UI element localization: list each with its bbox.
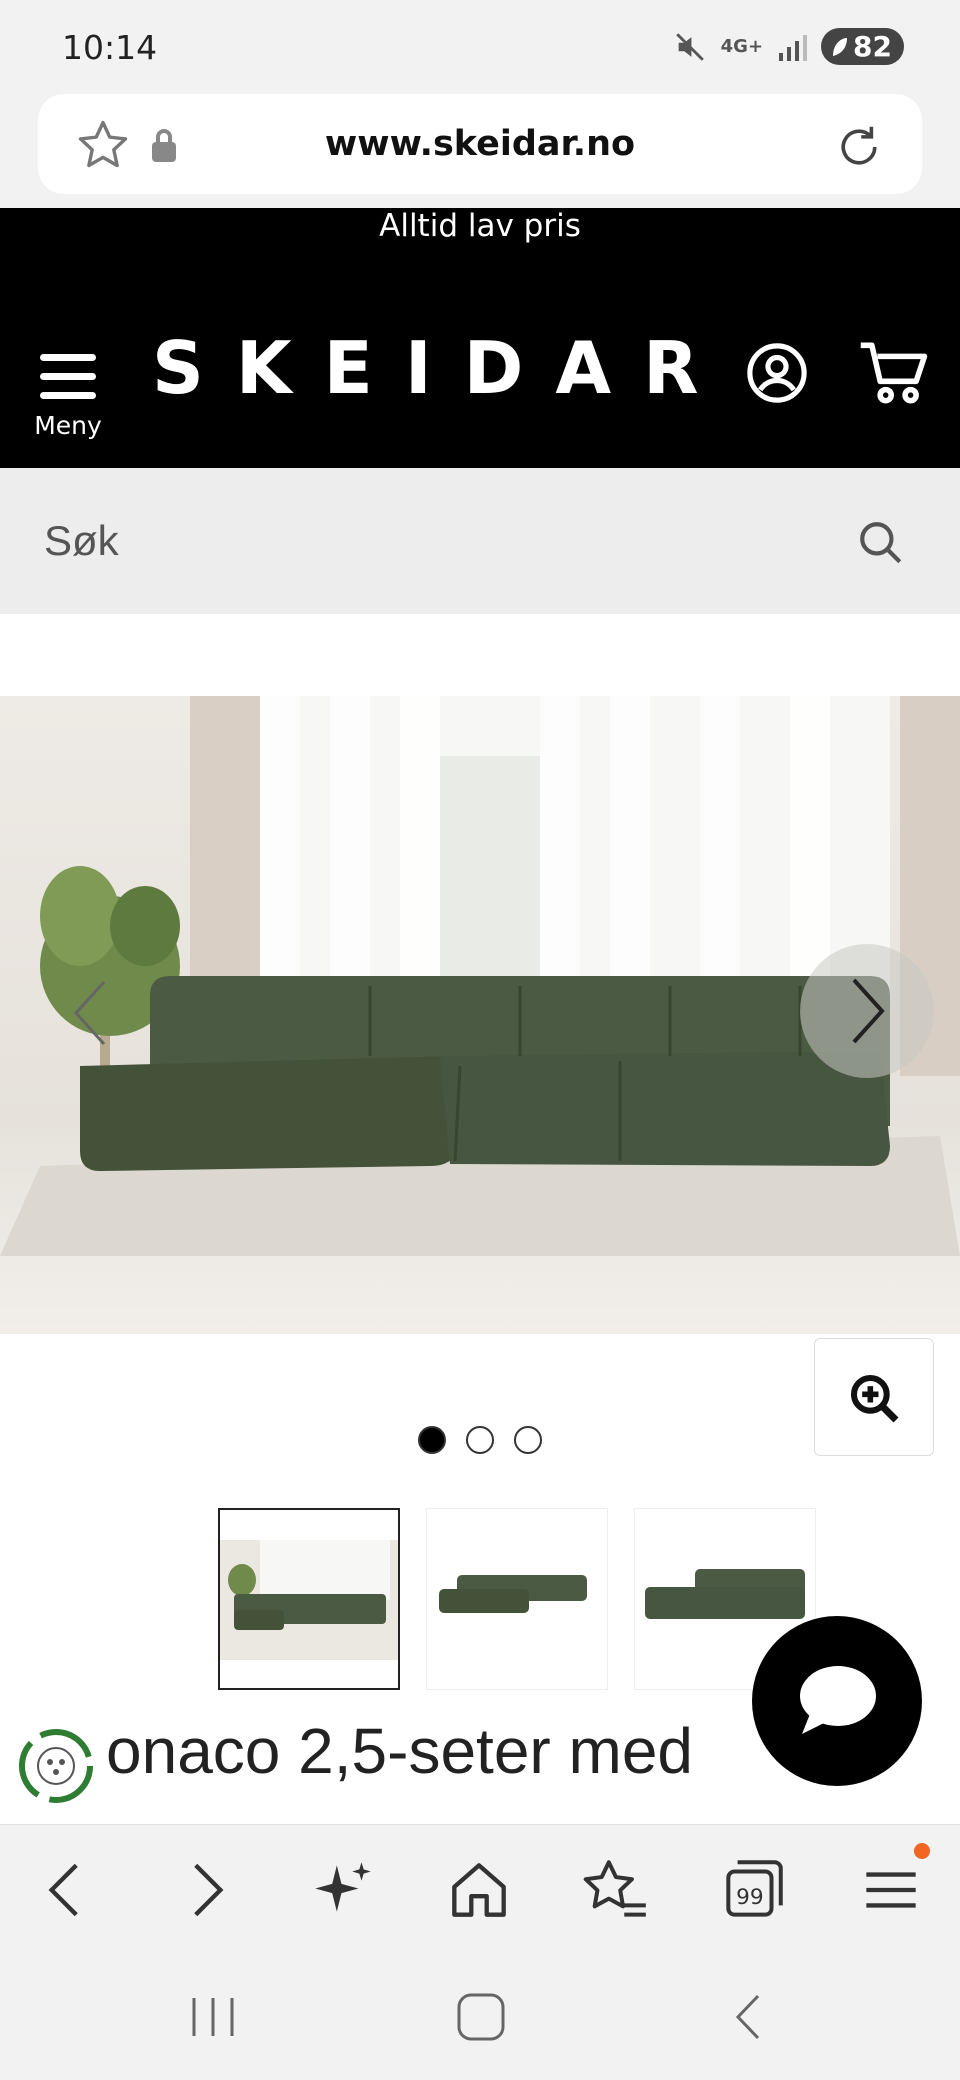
account-icon[interactable] bbox=[746, 342, 808, 404]
status-icons: 4G+ 82 bbox=[673, 28, 904, 65]
carousel-next-button[interactable] bbox=[800, 944, 934, 1078]
chat-bubble-icon bbox=[800, 1666, 876, 1734]
carousel-next-icon bbox=[852, 978, 885, 1044]
site-header: Alltid lav pris Meny SKEIDAR bbox=[0, 208, 960, 468]
cart-icon[interactable] bbox=[858, 338, 930, 408]
browser-menu-icon[interactable] bbox=[854, 1853, 928, 1927]
search-input[interactable] bbox=[44, 468, 824, 614]
chat-button[interactable] bbox=[752, 1616, 922, 1786]
promo-banner: Alltid lav pris bbox=[379, 208, 581, 244]
tabs-icon[interactable]: 99 bbox=[716, 1853, 790, 1927]
forward-icon[interactable] bbox=[168, 1853, 242, 1927]
search-icon[interactable] bbox=[856, 518, 906, 568]
product-image-carousel[interactable] bbox=[0, 696, 960, 1334]
bookmarks-icon[interactable] bbox=[578, 1853, 652, 1927]
svg-text:99: 99 bbox=[736, 1885, 763, 1910]
notification-dot bbox=[914, 1843, 930, 1859]
recycle-icon[interactable] bbox=[18, 1728, 94, 1804]
battery-level: 82 bbox=[853, 30, 892, 63]
search-bar bbox=[0, 468, 960, 614]
url-text[interactable]: www.skeidar.no bbox=[38, 94, 922, 194]
thumbnail-image bbox=[439, 1575, 587, 1613]
status-bar: 10:14 4G+ 82 bbox=[0, 0, 960, 96]
recent-apps-icon[interactable] bbox=[186, 1992, 240, 2042]
ai-sparkle-icon[interactable] bbox=[306, 1853, 380, 1927]
status-time: 10:14 bbox=[62, 28, 158, 67]
back-icon[interactable] bbox=[30, 1853, 104, 1927]
home-button-icon[interactable] bbox=[454, 1990, 508, 2044]
leaf-icon bbox=[833, 37, 848, 56]
mute-icon bbox=[675, 32, 704, 61]
thumbnail-2[interactable] bbox=[426, 1508, 608, 1690]
hamburger-icon bbox=[30, 346, 106, 399]
carousel-dots bbox=[0, 1426, 960, 1454]
site-logo[interactable]: SKEIDAR bbox=[152, 326, 731, 410]
browser-bottom-nav: 99 bbox=[0, 1824, 960, 1954]
thumbnail-1[interactable] bbox=[218, 1508, 400, 1690]
thumbnail-image bbox=[220, 1540, 398, 1660]
zoom-in-icon bbox=[850, 1374, 899, 1423]
carousel-dot-3[interactable] bbox=[514, 1426, 542, 1454]
carousel-dot-2[interactable] bbox=[466, 1426, 494, 1454]
battery-indicator: 82 bbox=[821, 28, 904, 65]
system-back-icon[interactable] bbox=[728, 1990, 768, 2044]
home-icon[interactable] bbox=[442, 1853, 516, 1927]
network-type: 4G+ bbox=[720, 36, 764, 57]
reload-icon[interactable] bbox=[832, 120, 886, 174]
product-title: onaco 2,5-seter med bbox=[106, 1715, 693, 1787]
system-nav-bar bbox=[0, 1954, 960, 2080]
menu-label: Meny bbox=[34, 411, 102, 440]
carousel-dot-1[interactable] bbox=[418, 1426, 446, 1454]
signal-icon bbox=[779, 34, 808, 61]
menu-button[interactable]: Meny bbox=[30, 346, 106, 446]
url-bar[interactable]: www.skeidar.no bbox=[38, 94, 922, 194]
carousel-prev-icon[interactable] bbox=[70, 978, 110, 1048]
